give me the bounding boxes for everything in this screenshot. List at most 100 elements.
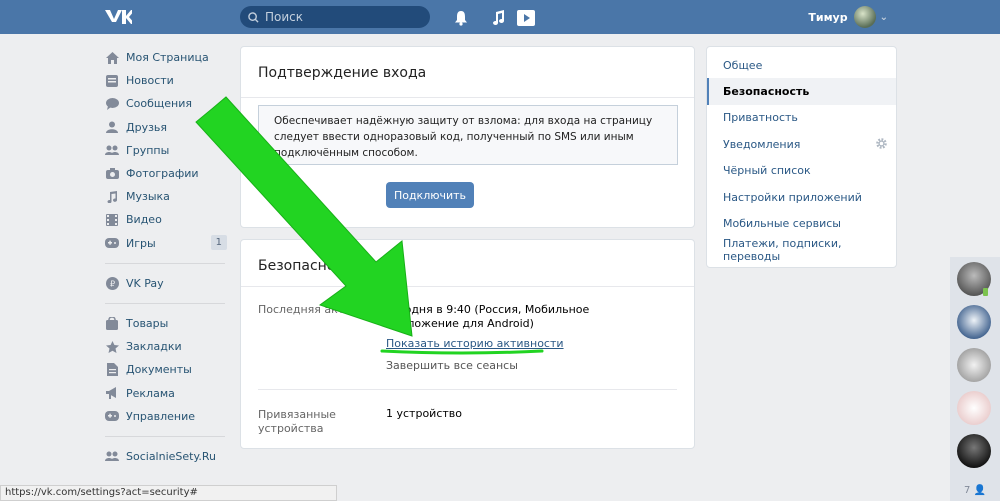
camera-icon [105, 167, 119, 181]
groups-icon [105, 143, 119, 157]
video-icon [105, 213, 119, 227]
sidebar-item-documents[interactable]: Документы [100, 358, 230, 381]
music-icon [105, 190, 119, 204]
search-icon [248, 11, 259, 23]
notification-count-badge: 1 [210, 234, 227, 250]
sidebar-item-photos[interactable]: Фотографии [100, 162, 230, 185]
user-menu[interactable]: Тимур ⌄ [808, 6, 888, 28]
sidebar-item-goods[interactable]: Товары [100, 312, 230, 335]
sidebar-item-label: Реклама [126, 386, 175, 400]
sidebar-item-bookmarks[interactable]: Закладки [100, 335, 230, 358]
online-indicator [983, 288, 988, 296]
sidebar-item-video[interactable]: Видео [100, 208, 230, 231]
gamepad-icon [105, 409, 119, 423]
sidebar-item-label: Управление [126, 409, 196, 423]
sidebar-divider [105, 435, 225, 437]
sidebar-item-vkpay[interactable]: ₽ VK Pay [100, 272, 230, 295]
groups-icon [105, 449, 119, 463]
settings-item-label: Уведомления [723, 137, 801, 151]
settings-item-payments[interactable]: Платежи, подписки, переводы [707, 237, 896, 263]
friend-icon [105, 120, 119, 134]
settings-item-notifications[interactable]: Уведомления [707, 131, 896, 157]
chats-sidebar: 7 👤 [950, 257, 1000, 501]
login-confirmation-panel: Подтверждение входа Обеспечивает надёжну… [240, 46, 695, 228]
search-input[interactable] [265, 10, 415, 24]
sidebar-item-group-socialniesety[interactable]: SocialnieSety.Ru [100, 445, 230, 468]
sidebar-item-news[interactable]: Новости [100, 69, 230, 92]
sidebar-item-label: Моя Страница [126, 51, 209, 65]
settings-item-security[interactable]: Безопасность [707, 78, 896, 105]
sidebar-item-label: Новости [126, 74, 174, 88]
person-icon: 👤 [973, 485, 987, 496]
show-activity-history-link[interactable]: Показать историю активности [386, 337, 564, 350]
settings-item-blacklist[interactable]: Чёрный список [707, 158, 896, 184]
linked-devices-label: Привязанные устройства [258, 408, 336, 435]
settings-item-privacy[interactable]: Приватность [707, 105, 896, 131]
info-box: Обеспечивает надёжную защиту от взлома: … [258, 105, 678, 165]
divider [241, 286, 694, 287]
gamepad-icon [105, 236, 119, 250]
panel-title: Подтверждение входа [258, 65, 427, 81]
sidebar-item-label: Музыка [126, 190, 170, 204]
chevron-down-icon: ⌄ [879, 11, 888, 23]
music-note-icon[interactable] [489, 9, 507, 27]
sidebar-item-ads[interactable]: Реклама [100, 381, 230, 404]
news-icon [105, 74, 119, 88]
sidebar-item-label: Игры [126, 236, 156, 250]
sidebar-divider [105, 262, 225, 264]
last-activity-value: сегодня в 9:40 (Россия, Мобильное прилож… [386, 303, 590, 330]
browser-status-bar: https://vk.com/settings?act=security# [0, 485, 337, 501]
sidebar-item-music[interactable]: Музыка [100, 185, 230, 208]
sidebar-item-label: Видео [126, 213, 162, 227]
sidebar-item-games[interactable]: Игры 1 [100, 232, 230, 255]
vk-logo-icon[interactable] [104, 7, 132, 27]
svg-text:₽: ₽ [109, 279, 114, 288]
chat-avatar[interactable] [957, 391, 991, 425]
sidebar-item-friends[interactable]: Друзья [100, 116, 230, 139]
linked-devices-value: 1 устройство [386, 407, 462, 420]
sidebar-divider [105, 302, 225, 304]
panel-title: Безопасность [258, 258, 360, 274]
settings-item-mobile-services[interactable]: Мобильные сервисы [707, 210, 896, 236]
sidebar-item-label: Товары [126, 316, 169, 330]
settings-item-general[interactable]: Общее [707, 52, 896, 78]
chats-count-value: 7 [964, 485, 971, 496]
user-name: Тимур [808, 10, 848, 24]
sidebar-item-label: Закладки [126, 340, 182, 354]
settings-menu: Общее Безопасность Приватность Уведомлен… [706, 46, 897, 268]
sidebar-item-my-page[interactable]: Моя Страница [100, 46, 230, 69]
messages-icon [105, 97, 119, 111]
star-icon [105, 340, 119, 354]
sidebar-item-label: Фотографии [126, 167, 199, 181]
document-icon [105, 363, 119, 377]
divider [241, 97, 694, 98]
sidebar-item-messages[interactable]: Сообщения [100, 92, 230, 115]
sidebar-item-label: VK Pay [126, 276, 164, 290]
end-all-sessions-link[interactable]: Завершить все сеансы [386, 359, 518, 372]
home-icon [105, 51, 119, 65]
sidebar-item-label: SocialnieSety.Ru [126, 449, 217, 463]
chat-avatar[interactable] [957, 434, 991, 468]
avatar [853, 6, 876, 28]
top-header: Тимур ⌄ [0, 0, 1000, 34]
bag-icon [105, 316, 119, 330]
sidebar-item-label: Группы [126, 143, 170, 157]
last-activity-label: Последняя активность [258, 303, 391, 316]
sidebar-item-management[interactable]: Управление [100, 405, 230, 428]
security-panel: Безопасность Последняя активность сегодн… [240, 239, 695, 449]
chat-avatar[interactable] [957, 305, 991, 339]
chats-count[interactable]: 7 👤 [964, 485, 986, 496]
sidebar-item-label: Документы [126, 363, 192, 377]
divider [258, 389, 677, 390]
connect-button[interactable]: Подключить [386, 182, 474, 208]
sidebar-item-groups[interactable]: Группы [100, 139, 230, 162]
bell-icon[interactable] [452, 9, 470, 27]
sidebar-item-label: Сообщения [126, 97, 193, 111]
gear-icon[interactable] [875, 137, 888, 150]
megaphone-icon [105, 386, 119, 400]
settings-item-app-settings[interactable]: Настройки приложений [707, 184, 896, 210]
vkpay-icon: ₽ [105, 276, 119, 290]
chat-avatar[interactable] [957, 348, 991, 382]
search-box[interactable] [240, 6, 430, 28]
play-icon[interactable] [517, 9, 535, 27]
